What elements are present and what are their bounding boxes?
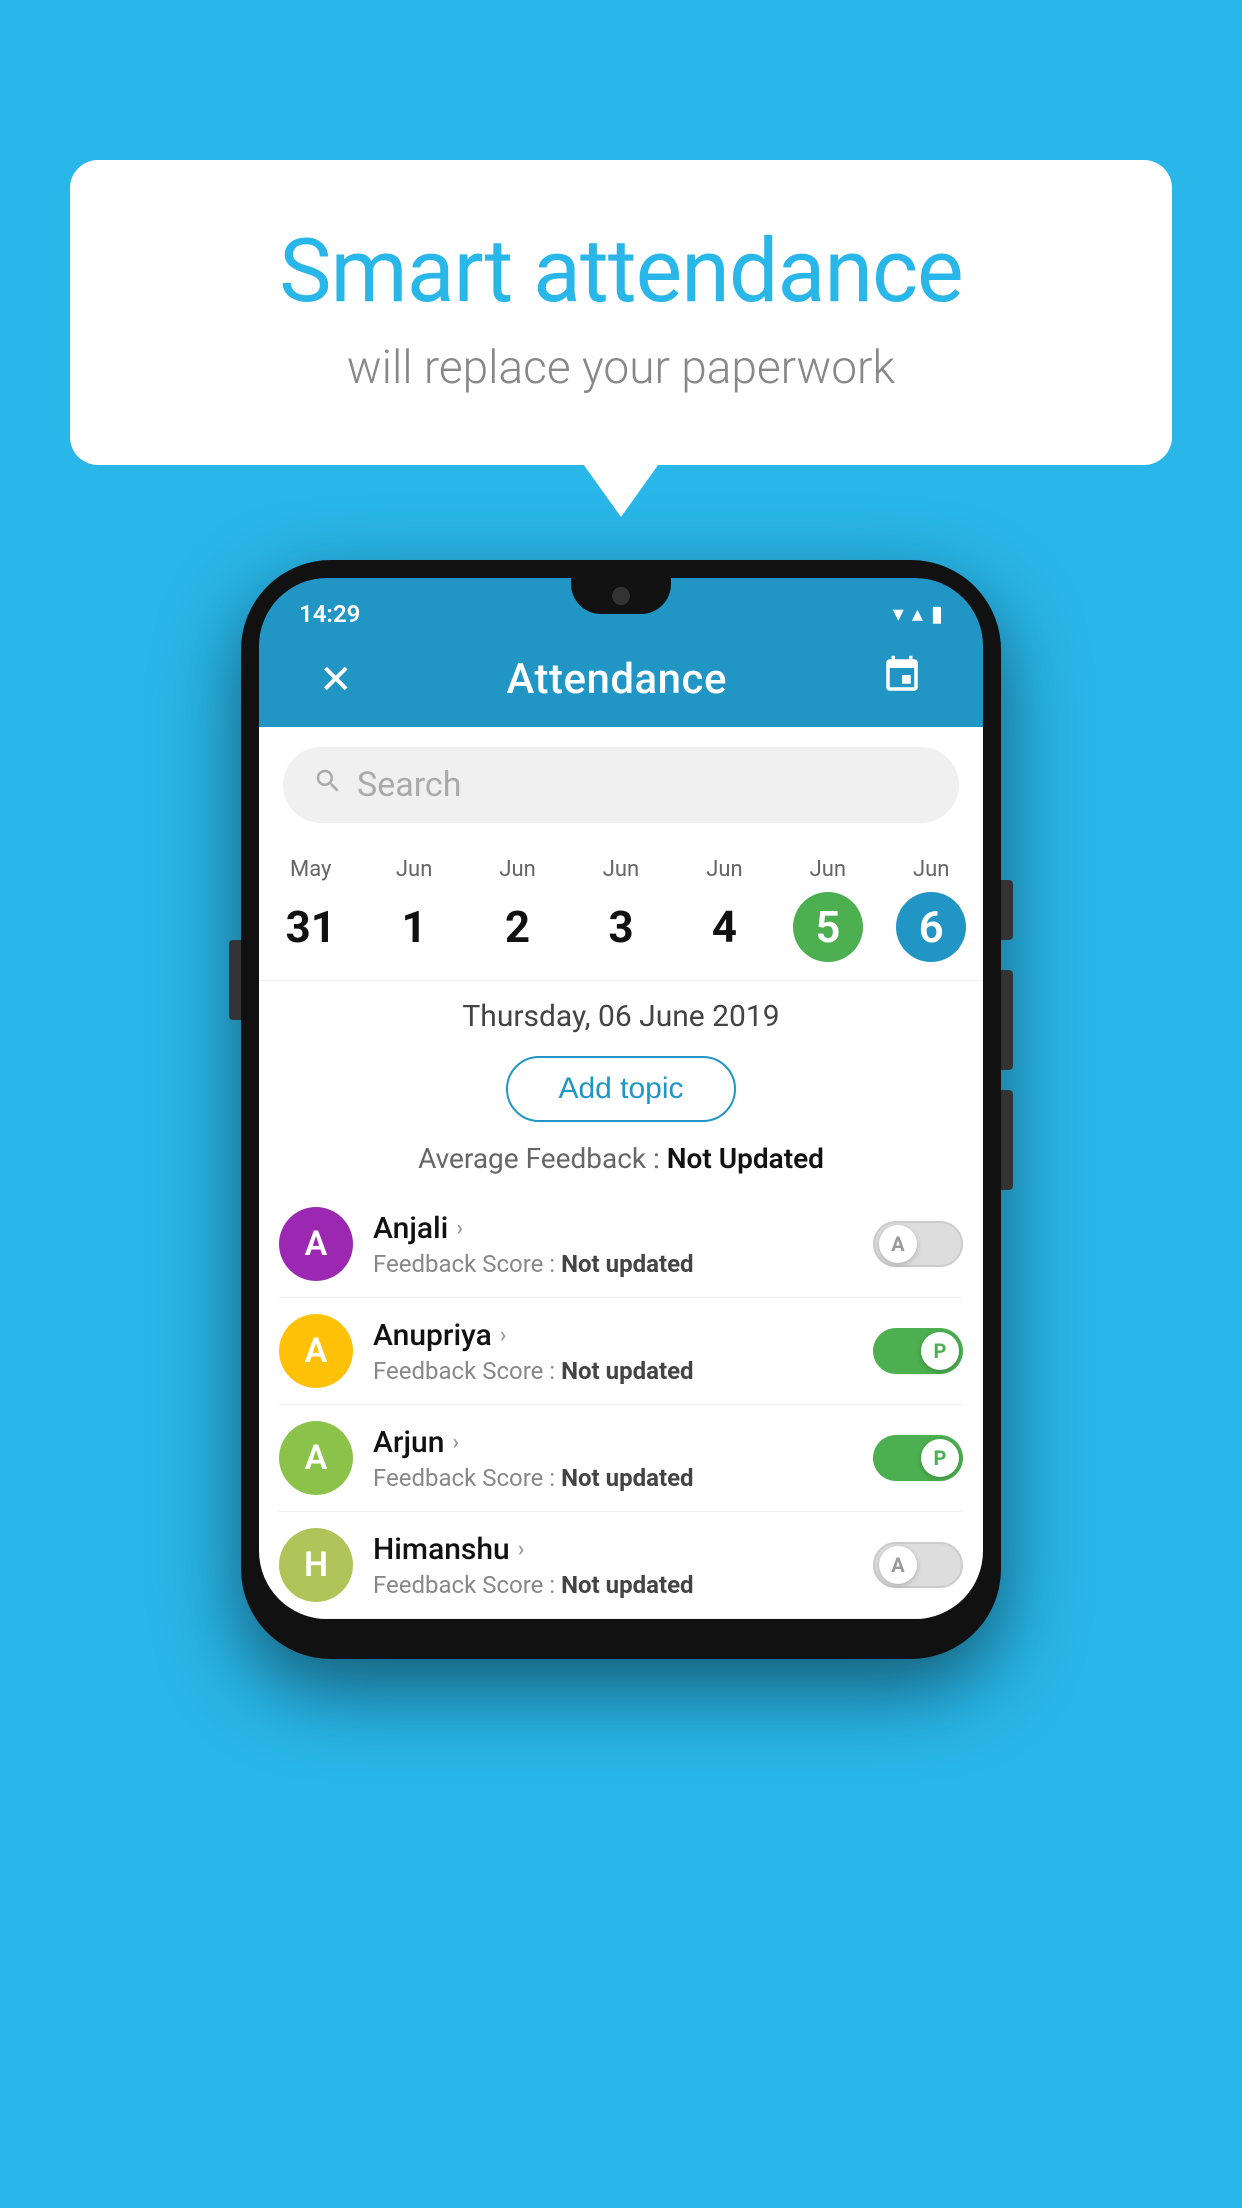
speech-bubble-container: Smart attendance will replace your paper… [70,160,1172,465]
toggle-container[interactable]: P [873,1328,963,1374]
student-name: Himanshu › [373,1532,853,1567]
toggle-knob: P [921,1332,959,1370]
attendance-toggle[interactable]: P [873,1328,963,1374]
student-info: Anjali › Feedback Score : Not updated [373,1211,853,1278]
app-title: Attendance [507,655,727,704]
calendar-day[interactable]: May 31 [259,847,362,972]
chevron-icon: › [456,1216,463,1241]
calendar-day[interactable]: Jun 1 [362,847,465,972]
search-icon [313,766,343,804]
day-number-label: 5 [793,892,863,962]
student-item[interactable]: A Anjali › Feedback Score : Not updated A [279,1191,963,1298]
attendance-toggle[interactable]: A [873,1221,963,1267]
speech-bubble-title: Smart attendance [150,220,1092,323]
app-header: ✕ Attendance [289,636,953,727]
calendar-icon[interactable] [881,654,923,705]
status-time: 14:29 [299,600,360,628]
calendar-day[interactable]: Jun 5 [776,847,879,972]
student-list: AAnjali ›Feedback Score : Not updatedAAA… [259,1191,983,1619]
student-name: Anjali › [373,1211,853,1246]
calendar-strip: May 31 Jun 1 Jun 2 Jun 3 Jun 4 Jun 5 Jun 6 [259,835,983,981]
date-header: Thursday, 06 June 2019 [259,981,983,1048]
side-button-volume [229,940,241,1020]
speech-bubble-subtitle: will replace your paperwork [150,341,1092,395]
day-number-label: 31 [276,892,346,962]
avatar: H [279,1528,353,1602]
speech-bubble: Smart attendance will replace your paper… [70,160,1172,465]
day-month-label: Jun [810,857,846,882]
avg-feedback-label: Average Feedback : [418,1142,660,1175]
day-number-label: 3 [586,892,656,962]
calendar-day[interactable]: Jun 2 [466,847,569,972]
notch-cutout [571,578,671,614]
avatar: A [279,1314,353,1388]
toggle-knob: A [879,1225,917,1263]
search-placeholder: Search [357,765,461,805]
calendar-day[interactable]: Jun 3 [569,847,672,972]
student-info: Himanshu › Feedback Score : Not updated [373,1532,853,1599]
day-number-label: 1 [379,892,449,962]
feedback-score: Feedback Score : Not updated [373,1571,853,1599]
day-month-label: May [290,857,331,882]
avg-feedback-value: Not Updated [667,1142,824,1175]
screen-content: Search May 31 Jun 1 Jun 2 Jun 3 Jun 4 Jun 5 Jun 6 Thu… [259,727,983,1619]
feedback-score: Feedback Score : Not updated [373,1250,853,1278]
student-name: Anupriya › [373,1318,853,1353]
avg-feedback: Average Feedback : Not Updated [259,1136,983,1191]
add-topic-button[interactable]: Add topic [506,1056,735,1122]
student-item[interactable]: H Himanshu › Feedback Score : Not updated A [279,1512,963,1619]
chevron-icon: › [452,1430,459,1455]
toggle-container[interactable]: A [873,1542,963,1588]
battery-icon: ▮ [931,602,943,627]
add-topic-container: Add topic [259,1048,983,1136]
chevron-icon: › [518,1537,525,1562]
day-number-label: 4 [689,892,759,962]
chevron-icon: › [500,1323,507,1348]
attendance-toggle[interactable]: P [873,1435,963,1481]
front-camera [612,587,630,605]
attendance-toggle[interactable]: A [873,1542,963,1588]
day-number-label: 2 [483,892,553,962]
search-container: Search [259,727,983,835]
day-month-label: Jun [396,857,432,882]
student-name: Arjun › [373,1425,853,1460]
student-item[interactable]: A Anupriya › Feedback Score : Not updated P [279,1298,963,1405]
avatar: A [279,1421,353,1495]
phone: 14:29 ▾ ▴ ▮ ✕ Attendance [241,560,1001,1659]
avatar: A [279,1207,353,1281]
close-button[interactable]: ✕ [319,656,353,703]
calendar-day[interactable]: Jun 6 [880,847,983,972]
day-month-label: Jun [603,857,639,882]
day-month-label: Jun [706,857,742,882]
side-button-vol-down [1001,1090,1013,1190]
toggle-container[interactable]: A [873,1221,963,1267]
day-number-label: 6 [896,892,966,962]
phone-top-bar: 14:29 ▾ ▴ ▮ ✕ Attendance [259,578,983,727]
signal-icon: ▴ [912,602,923,627]
day-month-label: Jun [913,857,949,882]
feedback-score: Feedback Score : Not updated [373,1357,853,1385]
wifi-icon: ▾ [893,602,904,627]
toggle-container[interactable]: P [873,1435,963,1481]
side-button-power [1001,880,1013,940]
student-item[interactable]: A Arjun › Feedback Score : Not updated P [279,1405,963,1512]
toggle-knob: P [921,1439,959,1477]
student-info: Arjun › Feedback Score : Not updated [373,1425,853,1492]
feedback-score: Feedback Score : Not updated [373,1464,853,1492]
phone-container: 14:29 ▾ ▴ ▮ ✕ Attendance [241,560,1001,1659]
status-icons: ▾ ▴ ▮ [893,602,943,627]
side-button-vol-up [1001,970,1013,1070]
student-info: Anupriya › Feedback Score : Not updated [373,1318,853,1385]
day-month-label: Jun [499,857,535,882]
calendar-day[interactable]: Jun 4 [673,847,776,972]
search-bar[interactable]: Search [283,747,959,823]
toggle-knob: A [879,1546,917,1584]
